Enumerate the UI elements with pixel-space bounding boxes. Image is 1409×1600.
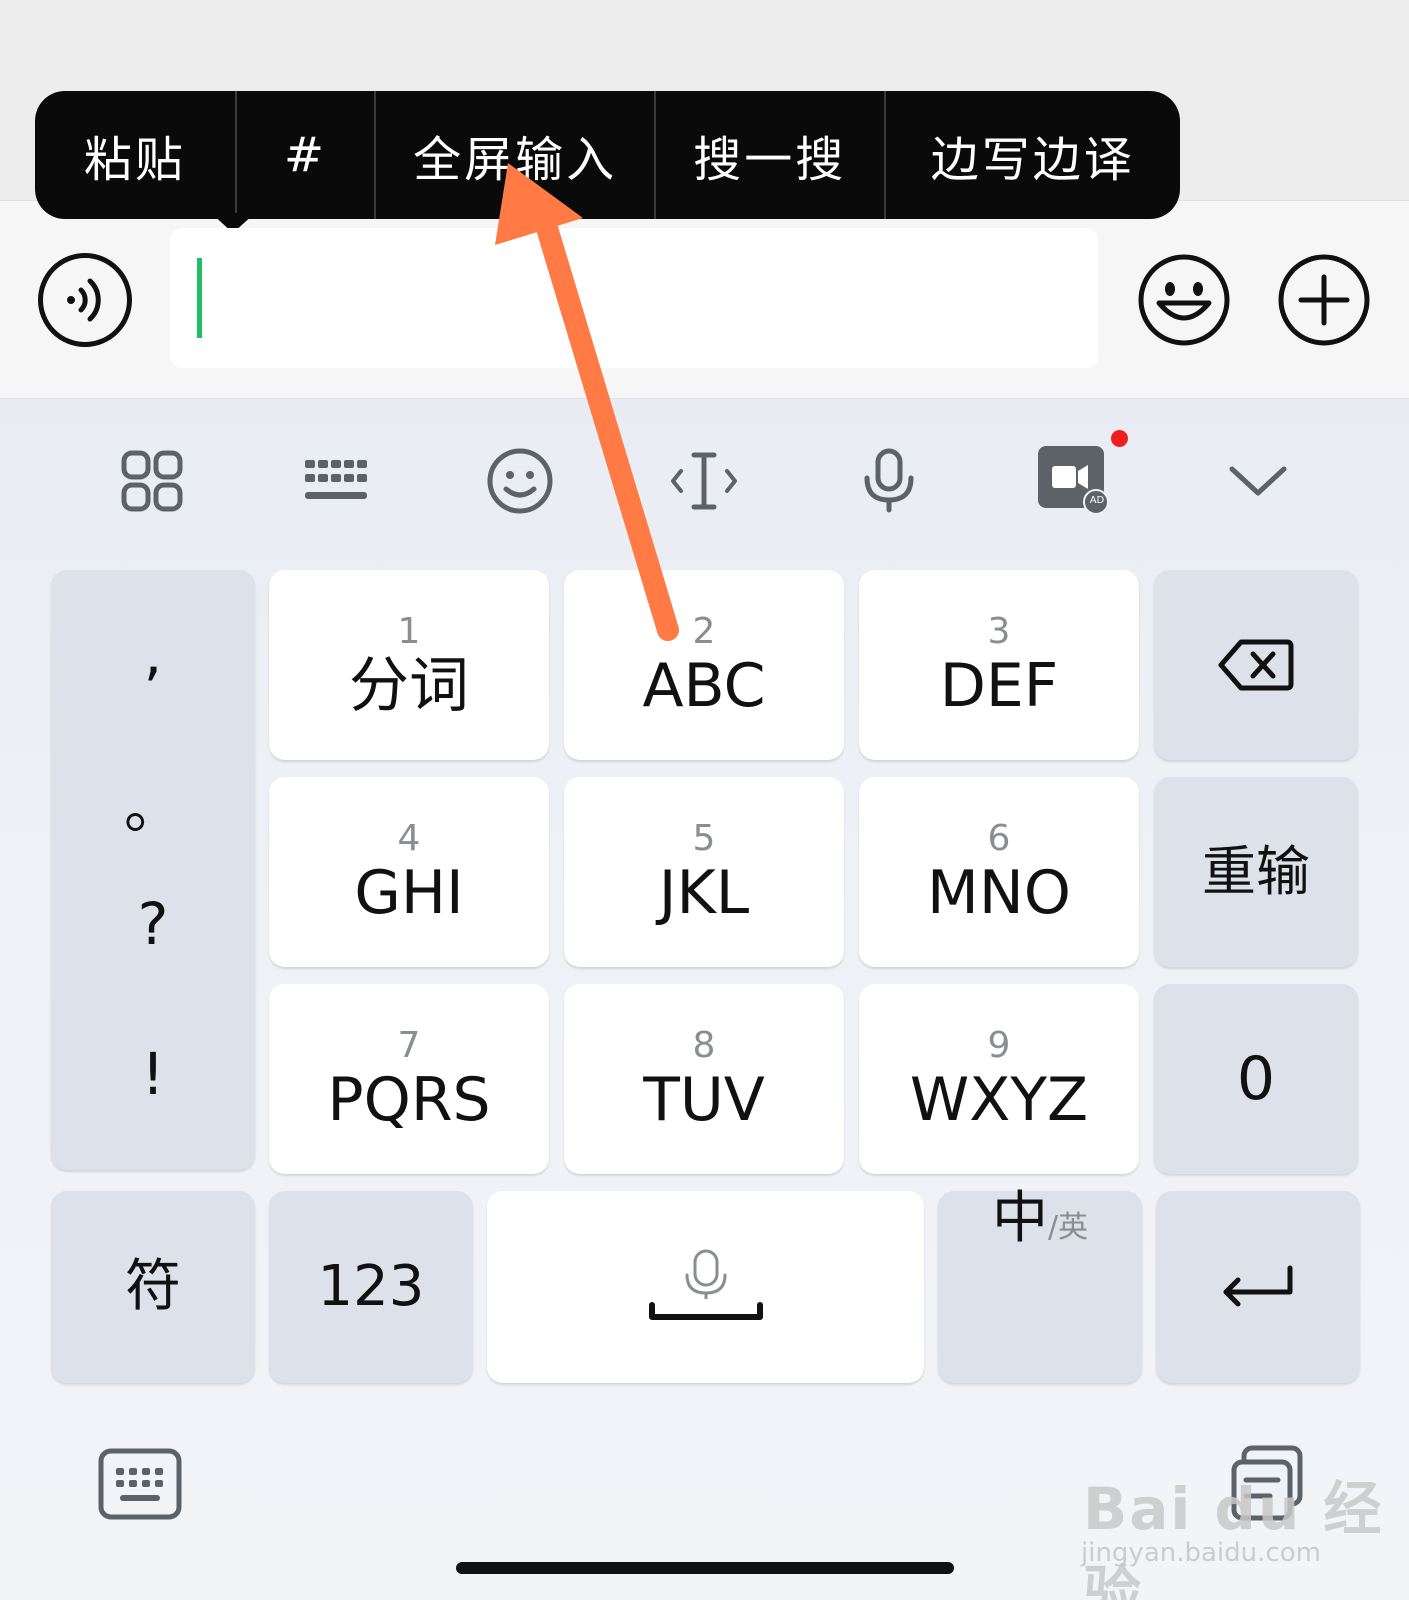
- zero-key[interactable]: 0: [1154, 984, 1358, 1174]
- key-number: 4: [397, 818, 421, 859]
- chevron-down-icon: [1229, 466, 1287, 496]
- watermark-logo: Bai du 经验: [1083, 1475, 1384, 1600]
- key-2[interactable]: 2 ABC: [564, 570, 844, 760]
- punctuation-column: , 。 ? !: [51, 570, 255, 1170]
- key-label: PQRS: [327, 1065, 491, 1135]
- key-number: 2: [692, 611, 716, 652]
- toolbar-cursor-button[interactable]: [666, 443, 742, 519]
- watermark-url: jingyan.baidu.com: [1081, 1538, 1321, 1568]
- space-key[interactable]: [487, 1191, 924, 1383]
- toolbar-voice-button[interactable]: [851, 443, 927, 519]
- context-menu: 粘贴 # 全屏输入 搜一搜 边写边译: [35, 91, 1180, 233]
- key-number: 7: [397, 1025, 421, 1066]
- enter-icon: [1223, 1265, 1293, 1307]
- symbol-key-label: 符: [125, 1254, 181, 1319]
- lang-main-label: 中: [991, 1186, 1048, 1251]
- backspace-key[interactable]: [1154, 570, 1358, 760]
- key-number: 6: [987, 818, 1011, 859]
- plus-icon: [1278, 254, 1370, 346]
- key-label: DEF: [939, 651, 1059, 721]
- key-label: ABC: [642, 651, 766, 721]
- zero-key-label: 0: [1236, 1044, 1276, 1114]
- backspace-icon: [1218, 639, 1294, 691]
- key-1[interactable]: 1 分词: [269, 570, 549, 760]
- toolbar-keyboard-button[interactable]: [298, 443, 374, 519]
- key-label: GHI: [354, 858, 464, 928]
- text-cursor-icon: [671, 452, 737, 510]
- space-mic-icon: [648, 1249, 763, 1320]
- number-mode-label: 123: [317, 1254, 425, 1319]
- message-input[interactable]: [170, 228, 1098, 368]
- punct-question-key[interactable]: ?: [51, 890, 255, 958]
- number-mode-key[interactable]: 123: [269, 1191, 473, 1383]
- menu-item-hash[interactable]: #: [237, 91, 375, 219]
- text-cursor: [197, 258, 202, 338]
- toolbar-grid-button[interactable]: [114, 443, 190, 519]
- menu-item-search[interactable]: 搜一搜: [656, 91, 884, 219]
- emoji-icon: [487, 448, 553, 514]
- reset-key[interactable]: 重输: [1154, 777, 1358, 967]
- lang-alt-label: /英: [1047, 1210, 1089, 1245]
- emoji-icon: [1138, 254, 1230, 346]
- voice-icon: [67, 278, 101, 322]
- voice-input-button[interactable]: [38, 253, 132, 347]
- key-number: 1: [397, 611, 421, 652]
- key-number: 3: [987, 611, 1011, 652]
- toolbar-video-button[interactable]: AD: [1034, 440, 1114, 520]
- emoji-button[interactable]: [1137, 253, 1231, 347]
- key-label: 分词: [349, 651, 469, 721]
- key-number: 9: [987, 1025, 1011, 1066]
- more-button[interactable]: [1277, 253, 1371, 347]
- key-label: MNO: [927, 858, 1071, 928]
- key-label: JKL: [658, 858, 750, 928]
- key-6[interactable]: 6 MNO: [859, 777, 1139, 967]
- menu-item-fullscreen-input[interactable]: 全屏输入: [376, 91, 654, 219]
- key-number: 8: [692, 1025, 716, 1066]
- language-switch-key[interactable]: 中 /英: [938, 1191, 1142, 1383]
- menu-item-write-translate[interactable]: 边写边译: [886, 91, 1180, 219]
- key-label: TUV: [643, 1065, 765, 1135]
- home-indicator[interactable]: [456, 1562, 954, 1574]
- key-8[interactable]: 8 TUV: [564, 984, 844, 1174]
- notification-dot: [1111, 430, 1128, 447]
- toolbar-emoji-button[interactable]: [482, 443, 558, 519]
- key-3[interactable]: 3 DEF: [859, 570, 1139, 760]
- reset-key-label: 重输: [1202, 840, 1310, 903]
- key-number: 5: [692, 818, 716, 859]
- video-ad-icon: [1038, 446, 1109, 515]
- keyboard-icon: [98, 1448, 182, 1520]
- symbol-key[interactable]: 符: [51, 1191, 255, 1383]
- key-4[interactable]: 4 GHI: [269, 777, 549, 967]
- key-9[interactable]: 9 WXYZ: [859, 984, 1139, 1174]
- punct-exclaim-key[interactable]: !: [51, 1040, 255, 1108]
- grid-icon: [121, 450, 183, 512]
- punct-comma-key[interactable]: ,: [51, 620, 255, 688]
- key-7[interactable]: 7 PQRS: [269, 984, 549, 1174]
- key-5[interactable]: 5 JKL: [564, 777, 844, 967]
- ad-badge: AD: [1089, 495, 1105, 506]
- enter-key[interactable]: [1156, 1191, 1360, 1383]
- keyboard-icon: [305, 460, 367, 499]
- key-label: WXYZ: [909, 1065, 1089, 1135]
- microphone-icon: [864, 448, 914, 513]
- menu-item-paste[interactable]: 粘贴: [35, 91, 235, 219]
- punct-period-key[interactable]: 。: [51, 760, 255, 844]
- toolbar-collapse-button[interactable]: [1220, 443, 1296, 519]
- keyboard-switch-button[interactable]: [98, 1448, 182, 1520]
